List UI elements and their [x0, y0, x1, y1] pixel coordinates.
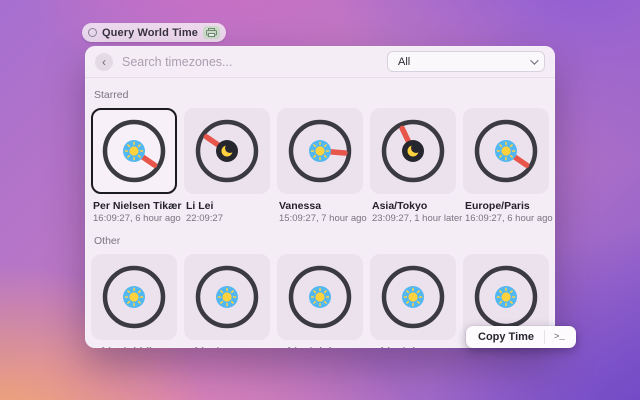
back-button[interactable]: ‹ [95, 53, 113, 71]
chevron-down-icon [530, 56, 538, 64]
window-title: Query World Time [102, 27, 198, 39]
clock-face-day [471, 262, 541, 332]
clock-tile[interactable] [277, 254, 363, 340]
clock-time: 16:09:27, 6 hour ago [93, 213, 176, 224]
clock-card: Vanessa 15:09:27, 7 hour ago [277, 108, 363, 224]
clock-name: Europe/Paris [465, 200, 548, 212]
clock-tile[interactable] [370, 254, 456, 340]
filter-value: All [398, 56, 410, 68]
clock-face-day [99, 116, 169, 186]
section-label: Starred [94, 89, 546, 101]
clock-face-day [192, 262, 262, 332]
clock-time: 15:09:27, 7 hour ago [279, 213, 362, 224]
record-icon [88, 28, 97, 37]
clock-section: Starred Per Nielsen Tikær 16:09:27, 6 ho… [91, 89, 549, 224]
clock-grid: Per Nielsen Tikær 16:09:27, 6 hour ago L… [91, 108, 549, 224]
clock-name: Li Lei [186, 200, 269, 212]
clock-face-day [378, 262, 448, 332]
clock-face-day [99, 262, 169, 332]
clock-card: Li Lei 22:09:27 [184, 108, 270, 224]
clock-face-day [471, 116, 541, 186]
clock-name: Africa/Algiers [279, 346, 362, 348]
chevron-left-icon: ‹ [102, 54, 106, 70]
filter-dropdown[interactable]: All [387, 51, 545, 72]
clock-time: 16:09:27, 6 hour ago [465, 213, 548, 224]
clock-tile[interactable] [91, 254, 177, 340]
shortcut-key-badge: >_ [545, 332, 574, 342]
section-label: Other [94, 235, 546, 247]
clock-sections: Starred Per Nielsen Tikær 16:09:27, 6 ho… [85, 89, 555, 348]
app-window: ‹ All Starred Per Nielsen Tikær 16:09:27… [85, 46, 555, 348]
clock-card: Africa/Bissau [370, 254, 456, 348]
clock-face-night [192, 116, 262, 186]
clock-name: Per Nielsen Tikær [93, 200, 176, 212]
clock-face-day [285, 262, 355, 332]
clock-card: Africa/Algiers [277, 254, 363, 348]
clock-card: Africa/Accra [184, 254, 270, 348]
window-title-chip[interactable]: Query World Time [82, 23, 226, 42]
clock-name: Africa/Accra [186, 346, 269, 348]
clock-card: Africa/Abidjan [91, 254, 177, 348]
clock-card: Europe/Paris 16:09:27, 6 hour ago [463, 108, 549, 224]
clock-time: 23:09:27, 1 hour later [372, 213, 455, 224]
clock-name: Africa/Abidjan [93, 346, 176, 348]
clock-tile[interactable] [184, 108, 270, 194]
clock-card: Per Nielsen Tikær 16:09:27, 6 hour ago [91, 108, 177, 224]
clock-face-day [285, 116, 355, 186]
clock-tile[interactable] [463, 108, 549, 194]
clock-tile[interactable] [277, 108, 363, 194]
clock-tile[interactable] [370, 108, 456, 194]
clock-time: 22:09:27 [186, 213, 269, 224]
clock-name: Vanessa [279, 200, 362, 212]
clock-tile[interactable] [91, 108, 177, 194]
clock-name: Asia/Tokyo [372, 200, 455, 212]
window-header: ‹ All [85, 46, 555, 78]
copy-time-button[interactable]: Copy Time [468, 331, 544, 343]
clock-face-night [378, 116, 448, 186]
search-input[interactable] [122, 55, 387, 69]
clock-name: Africa/Bissau [372, 346, 455, 348]
printer-icon[interactable] [203, 26, 220, 39]
copy-time-tooltip: Copy Time >_ [466, 326, 576, 348]
clock-card: Asia/Tokyo 23:09:27, 1 hour later [370, 108, 456, 224]
clock-tile[interactable] [184, 254, 270, 340]
